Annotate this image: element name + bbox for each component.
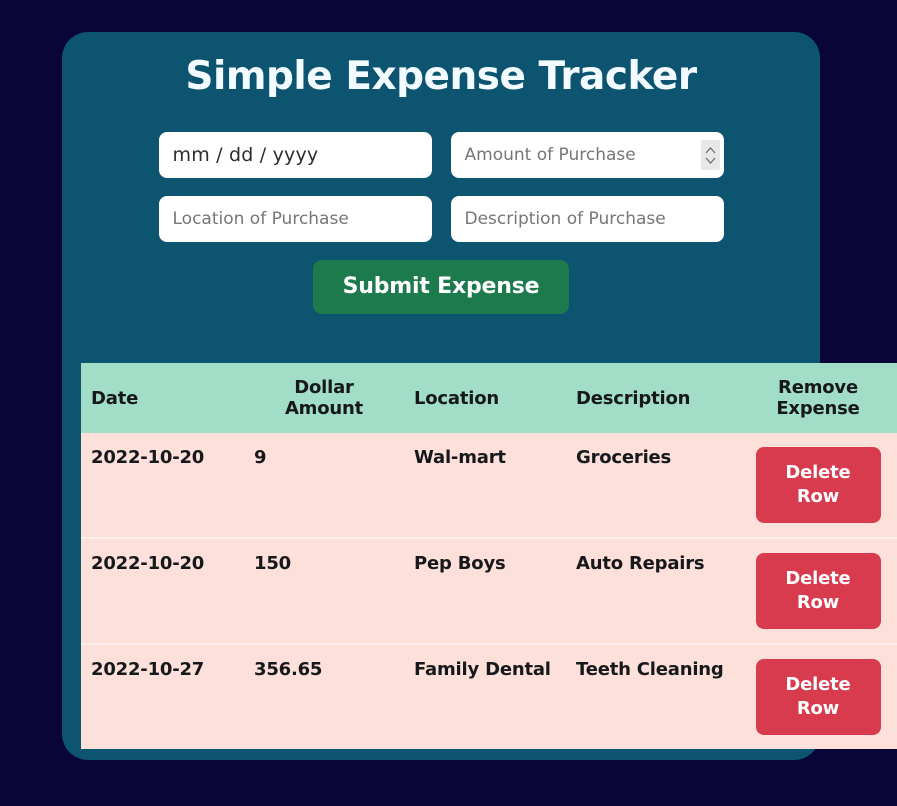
cell-location: Wal-mart [404,433,566,538]
expense-tracker-card: Simple Expense Tracker mm / dd / yyyy Am… [62,32,897,760]
column-header-date: Date [81,363,244,433]
form-row-two: Location of Purchase Description of Purc… [62,196,820,242]
amount-input[interactable]: Amount of Purchase [450,132,724,178]
description-input[interactable]: Description of Purchase [450,196,724,242]
column-header-dollar-amount: Dollar Amount [244,363,404,433]
delete-row-button-line1: Delete [785,567,851,589]
cell-location: Family Dental [404,643,566,749]
expense-table-container: Date Dollar Amount Location Description … [81,363,897,749]
delete-row-button[interactable]: Delete Row [755,553,881,629]
table-body: 2022-10-20 9 Wal-mart Groceries Delete R… [81,433,897,749]
delete-row-button-line2: Row [796,592,840,613]
cell-amount: 9 [244,433,404,538]
delete-row-button-line2: Row [796,486,840,507]
delete-row-button[interactable]: Delete Row [755,659,881,735]
stepper-up-down-icon[interactable] [700,140,720,170]
table-row: 2022-10-27 356.65 Family Dental Teeth Cl… [81,643,897,749]
column-header-remove-line1: Remove [778,377,858,398]
cell-description: Auto Repairs [566,537,734,644]
expense-form: mm / dd / yyyy Amount of Purchase Locati… [62,132,820,314]
column-header-dollar-amount-line1: Dollar [294,377,354,398]
delete-row-button-line1: Delete [785,461,851,483]
column-header-description: Description [566,363,734,433]
table-head: Date Dollar Amount Location Description … [81,363,897,433]
column-header-dollar-amount-line2: Amount [284,398,364,419]
delete-row-button-line2: Row [796,698,840,719]
cell-remove: Delete Row [734,643,897,749]
location-input[interactable]: Location of Purchase [158,196,432,242]
description-input-placeholder: Description of Purchase [464,209,666,229]
date-input[interactable]: mm / dd / yyyy [158,132,432,178]
cell-remove: Delete Row [734,433,897,538]
cell-date: 2022-10-20 [81,537,244,644]
cell-remove: Delete Row [734,537,897,644]
page-title: Simple Expense Tracker [185,54,697,99]
submit-row: Submit Expense [62,260,820,314]
table-row: 2022-10-20 9 Wal-mart Groceries Delete R… [81,433,897,538]
location-input-placeholder: Location of Purchase [172,209,349,229]
cell-amount: 150 [244,537,404,644]
delete-row-button[interactable]: Delete Row [755,447,881,523]
cell-description: Groceries [566,433,734,538]
cell-date: 2022-10-27 [81,643,244,749]
form-row-one: mm / dd / yyyy Amount of Purchase [62,132,820,178]
column-header-location: Location [404,363,566,433]
submit-expense-button[interactable]: Submit Expense [312,260,570,314]
amount-input-placeholder: Amount of Purchase [464,145,636,165]
cell-location: Pep Boys [404,537,566,644]
cell-date: 2022-10-20 [81,433,244,538]
cell-description: Teeth Cleaning [566,643,734,749]
table-row: 2022-10-20 150 Pep Boys Auto Repairs Del… [81,537,897,644]
expense-table: Date Dollar Amount Location Description … [81,363,897,749]
delete-row-button-line1: Delete [785,673,851,695]
date-input-value: mm / dd / yyyy [172,144,319,166]
cell-amount: 356.65 [244,643,404,749]
table-header-row: Date Dollar Amount Location Description … [81,363,897,433]
column-header-remove-expense: Remove Expense [734,363,897,433]
column-header-remove-line2: Expense [776,398,860,419]
